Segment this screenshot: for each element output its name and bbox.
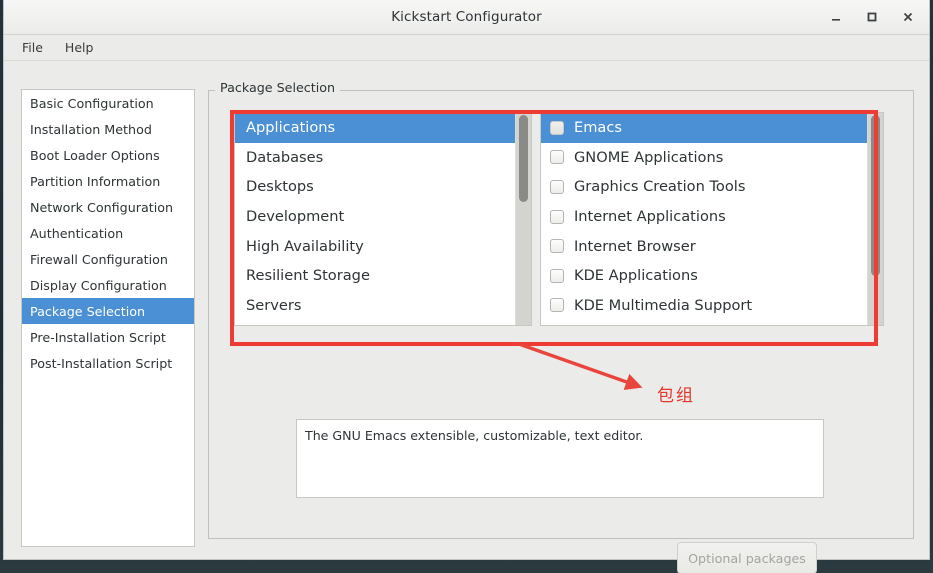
window-controls (825, 0, 919, 34)
package-item-kde-multimedia-support[interactable]: KDE Multimedia Support (541, 291, 867, 321)
sidebar-item-post-installation-script[interactable]: Post-Installation Script (22, 350, 194, 376)
package-item-label: GNOME Applications (574, 148, 724, 166)
sidebar-item-pre-installation-script[interactable]: Pre-Installation Script (22, 324, 194, 350)
checkbox-icon[interactable] (550, 298, 564, 313)
group-item-databases[interactable]: Databases (235, 143, 515, 173)
package-item-label: KDE Applications (574, 267, 698, 285)
group-frame-title: Package Selection (215, 80, 341, 95)
sidebar-item-boot-loader-options[interactable]: Boot Loader Options (22, 142, 194, 168)
package-item-internet-applications[interactable]: Internet Applications (541, 202, 867, 232)
group-item-resilient-storage[interactable]: Resilient Storage (235, 261, 515, 291)
package-group-list-items: Applications Databases Desktops Developm… (235, 113, 515, 325)
sidebar-item-package-selection[interactable]: Package Selection (22, 298, 194, 324)
package-item-kde-applications[interactable]: KDE Applications (541, 261, 867, 291)
package-item-graphics-creation-tools[interactable]: Graphics Creation Tools (541, 172, 867, 202)
checkbox-icon[interactable] (550, 179, 564, 194)
menu-bar: File Help (4, 35, 929, 61)
minimize-icon[interactable] (825, 6, 847, 28)
package-item-label: Internet Applications (574, 208, 726, 226)
close-icon[interactable] (897, 6, 919, 28)
group-item-high-availability[interactable]: High Availability (235, 231, 515, 261)
package-item-internet-browser[interactable]: Internet Browser (541, 231, 867, 261)
sidebar-item-network-configuration[interactable]: Network Configuration (22, 194, 194, 220)
package-selection-panel: Package Selection Applications Databases… (208, 80, 914, 573)
checkbox-icon[interactable] (550, 209, 564, 224)
application-window: Kickstart Configurator File Help Basic C… (3, 0, 930, 573)
maximize-icon[interactable] (861, 6, 883, 28)
window-body: Basic Configuration Installation Method … (4, 61, 929, 573)
sidebar-nav-list[interactable]: Basic Configuration Installation Method … (21, 89, 195, 547)
package-lists-area: Applications Databases Desktops Developm… (234, 112, 884, 326)
sidebar-item-installation-method[interactable]: Installation Method (22, 116, 194, 142)
package-item-gnome-applications[interactable]: GNOME Applications (541, 143, 867, 173)
package-listbox[interactable]: Emacs GNOME Applications Graphics Creati… (540, 112, 884, 326)
checkbox-icon[interactable] (550, 120, 564, 135)
package-item-emacs[interactable]: Emacs (541, 113, 867, 143)
checkbox-icon[interactable] (550, 150, 564, 165)
group-list-scrollbar-thumb[interactable] (519, 115, 528, 203)
package-list-items: Emacs GNOME Applications Graphics Creati… (541, 113, 867, 325)
screen: Kickstart Configurator File Help Basic C… (0, 0, 933, 573)
package-item-label: Emacs (574, 119, 623, 137)
group-item-desktops[interactable]: Desktops (235, 172, 515, 202)
title-bar: Kickstart Configurator (4, 0, 929, 35)
window-title: Kickstart Configurator (391, 9, 542, 25)
group-list-scrollbar[interactable] (515, 113, 531, 325)
group-item-applications[interactable]: Applications (235, 113, 515, 143)
package-description-box: The GNU Emacs extensible, customizable, … (296, 419, 824, 498)
sidebar-item-basic-configuration[interactable]: Basic Configuration (22, 90, 194, 116)
menu-help[interactable]: Help (56, 37, 103, 58)
package-item-label: Internet Browser (574, 237, 696, 255)
checkbox-icon[interactable] (550, 268, 564, 283)
sidebar-item-authentication[interactable]: Authentication (22, 220, 194, 246)
checkbox-icon[interactable] (550, 239, 564, 254)
sidebar-item-partition-information[interactable]: Partition Information (22, 168, 194, 194)
package-list-scrollbar-thumb[interactable] (871, 115, 880, 277)
annotation-label: 包组 (657, 386, 695, 406)
menu-file[interactable]: File (13, 37, 52, 58)
package-item-label: Graphics Creation Tools (574, 178, 746, 196)
optional-packages-button[interactable]: Optional packages (677, 542, 817, 573)
package-item-label: KDE Multimedia Support (574, 296, 753, 314)
package-group-listbox[interactable]: Applications Databases Desktops Developm… (234, 112, 532, 326)
sidebar-item-firewall-configuration[interactable]: Firewall Configuration (22, 246, 194, 272)
package-list-scrollbar[interactable] (867, 113, 883, 325)
group-item-development[interactable]: Development (235, 202, 515, 232)
sidebar-item-display-configuration[interactable]: Display Configuration (22, 272, 194, 298)
group-item-servers[interactable]: Servers (235, 291, 515, 321)
